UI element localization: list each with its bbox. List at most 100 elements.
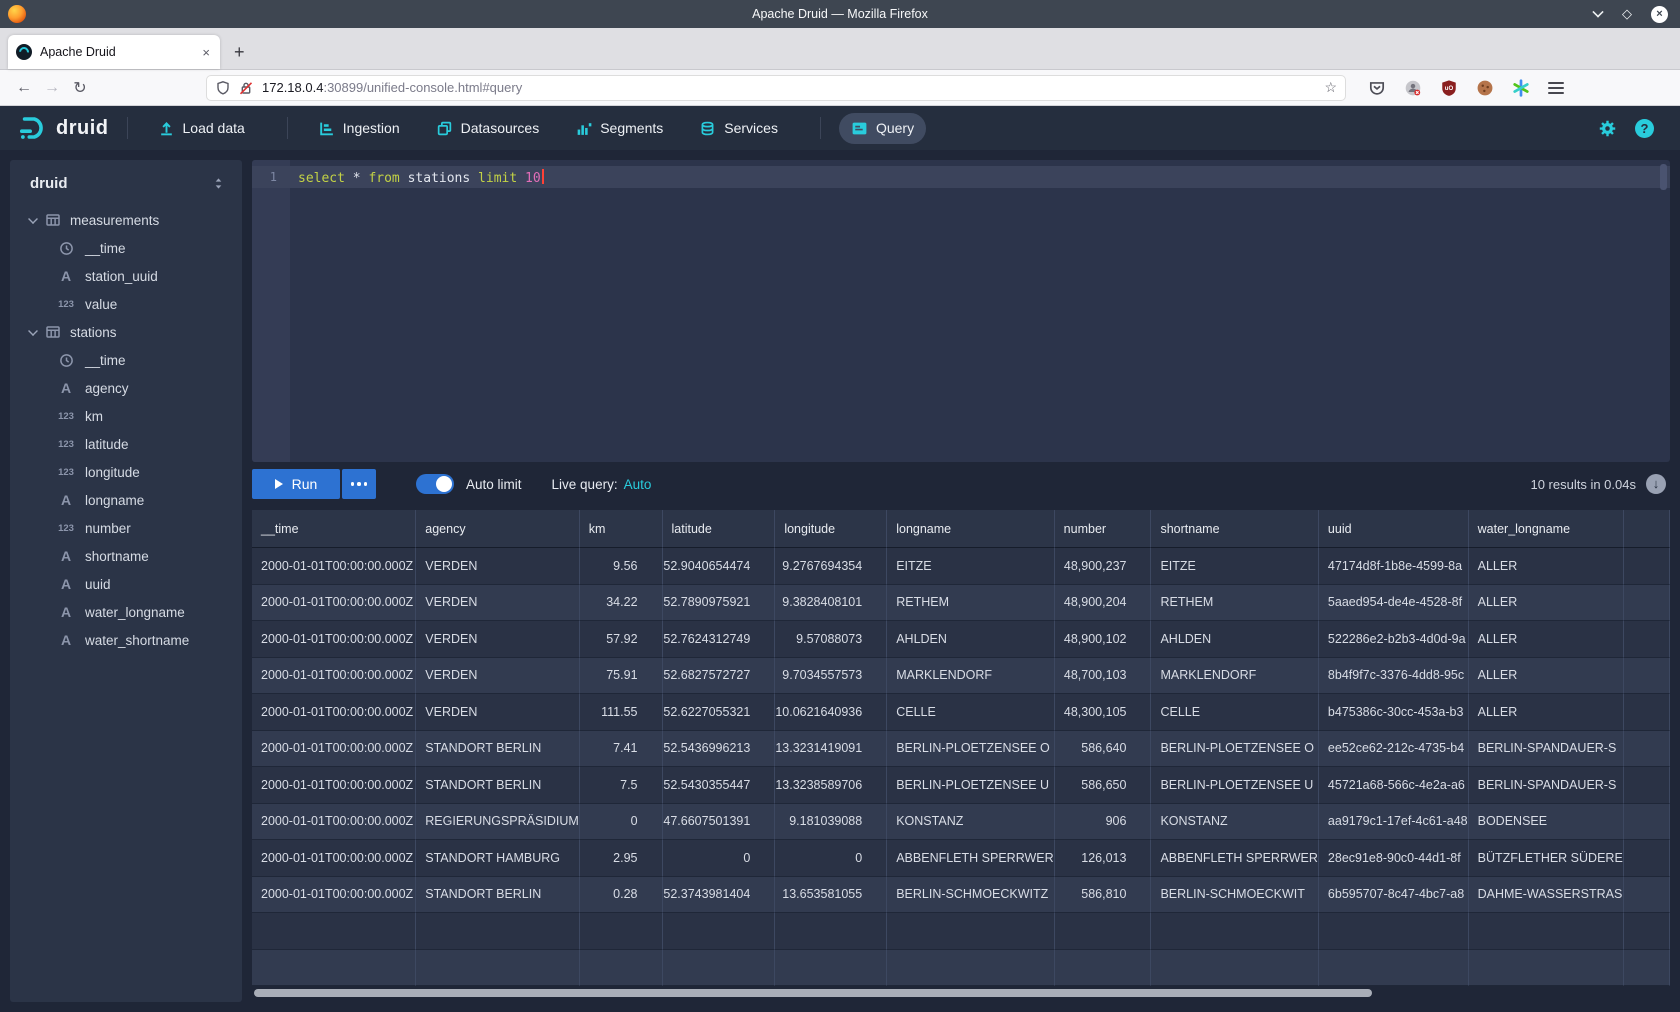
table-cell[interactable]: BERLIN-SPANDAUER-S <box>1469 731 1624 768</box>
editor-scrollbar[interactable] <box>1660 164 1667 190</box>
nav-item-segments[interactable]: Segments <box>563 113 675 144</box>
table-cell[interactable]: VERDEN <box>416 621 580 658</box>
extension-asterisk-icon[interactable] <box>1512 79 1530 97</box>
column-header-uuid[interactable]: uuid <box>1319 510 1469 548</box>
table-cell[interactable] <box>1624 767 1670 804</box>
back-icon[interactable]: ← <box>10 79 38 97</box>
table-cell[interactable]: 9.56 <box>580 548 663 585</box>
table-cell[interactable]: EITZE <box>1151 548 1318 585</box>
table-cell[interactable]: 75.91 <box>580 658 663 695</box>
tree-table-measurements[interactable]: measurements <box>10 206 242 234</box>
table-cell[interactable]: ALLER <box>1469 621 1624 658</box>
sql-text[interactable]: select * from stations limit 10 <box>290 169 544 186</box>
extension-icon[interactable] <box>1404 79 1422 97</box>
table-cell[interactable]: RETHEM <box>1151 585 1318 622</box>
table-cell[interactable]: 7.41 <box>580 731 663 768</box>
table-cell[interactable]: 13.3231419091 <box>775 731 887 768</box>
chevron-down-icon[interactable] <box>28 214 38 224</box>
table-cell[interactable]: 57.92 <box>580 621 663 658</box>
nav-item-services[interactable]: Services <box>687 113 790 144</box>
table-cell[interactable]: 906 <box>1055 804 1152 841</box>
help-icon[interactable]: ? <box>1635 119 1654 138</box>
table-cell[interactable]: 522286e2-b2b3-4d0d-9a <box>1319 621 1469 658</box>
table-cell[interactable]: 9.2767694354 <box>775 548 887 585</box>
table-cell[interactable]: 45721a68-566c-4e2a-a6 <box>1319 767 1469 804</box>
table-cell[interactable]: 48,900,102 <box>1055 621 1152 658</box>
table-cell[interactable]: 6b595707-8c47-4bc7-a8 <box>1319 877 1469 914</box>
table-cell[interactable]: b475386c-30cc-453a-b3 <box>1319 694 1469 731</box>
tab-close-icon[interactable]: × <box>200 45 212 60</box>
tree-table-stations[interactable]: stations <box>10 318 242 346</box>
table-cell[interactable]: CELLE <box>1151 694 1318 731</box>
table-cell[interactable]: 2.95 <box>580 840 663 877</box>
table-cell[interactable]: 586,650 <box>1055 767 1152 804</box>
table-cell[interactable]: 2000-01-01T00:00:00.000Z <box>252 658 416 695</box>
table-cell[interactable]: ee52ce62-212c-4735-b4 <box>1319 731 1469 768</box>
table-cell[interactable]: 9.7034557573 <box>775 658 887 695</box>
table-cell[interactable] <box>1624 621 1670 658</box>
tree-column-station_uuid[interactable]: Astation_uuid <box>10 262 242 290</box>
query-editor[interactable]: 1 select * from stations limit 10 <box>252 160 1670 462</box>
cookie-extension-icon[interactable] <box>1476 79 1494 97</box>
table-cell[interactable] <box>1624 585 1670 622</box>
table-cell[interactable]: STANDORT BERLIN <box>416 731 580 768</box>
table-cell[interactable]: CELLE <box>887 694 1054 731</box>
table-cell[interactable]: 28ec91e8-90c0-44d1-8f <box>1319 840 1469 877</box>
nav-item-ingestion[interactable]: Ingestion <box>306 113 412 144</box>
table-cell[interactable]: 0.28 <box>580 877 663 914</box>
tree-column-uuid[interactable]: Auuid <box>10 570 242 598</box>
table-cell[interactable]: 47.6607501391 <box>663 804 776 841</box>
tree-column-longname[interactable]: Alongname <box>10 486 242 514</box>
table-cell[interactable]: STANDORT BERLIN <box>416 767 580 804</box>
table-cell[interactable]: 2000-01-01T00:00:00.000Z <box>252 548 416 585</box>
tree-column-number[interactable]: 123number <box>10 514 242 542</box>
table-cell[interactable]: 13.3238589706 <box>775 767 887 804</box>
live-query-value[interactable]: Auto <box>624 477 652 492</box>
column-header-km[interactable]: km <box>580 510 663 548</box>
table-cell[interactable]: 52.3743981404 <box>663 877 776 914</box>
tree-column-water_shortname[interactable]: Awater_shortname <box>10 626 242 654</box>
table-cell[interactable]: BERLIN-PLOETZENSEE O <box>1151 731 1318 768</box>
table-cell[interactable] <box>1624 658 1670 695</box>
menu-hamburger-icon[interactable] <box>1548 82 1564 94</box>
table-cell[interactable]: 2000-01-01T00:00:00.000Z <box>252 731 416 768</box>
table-cell[interactable]: MARKLENDORF <box>887 658 1054 695</box>
table-cell[interactable]: 2000-01-01T00:00:00.000Z <box>252 840 416 877</box>
table-cell[interactable]: 47174d8f-1b8e-4599-8a <box>1319 548 1469 585</box>
column-header-__time[interactable]: __time <box>252 510 416 548</box>
pocket-icon[interactable] <box>1368 79 1386 97</box>
table-cell[interactable]: 52.9040654474 <box>663 548 776 585</box>
table-cell[interactable]: KONSTANZ <box>887 804 1054 841</box>
table-cell[interactable]: 586,810 <box>1055 877 1152 914</box>
table-cell[interactable] <box>1624 548 1670 585</box>
table-cell[interactable]: 48,900,237 <box>1055 548 1152 585</box>
table-cell[interactable]: ALLER <box>1469 658 1624 695</box>
chevron-down-icon[interactable] <box>28 326 38 336</box>
table-cell[interactable]: 2000-01-01T00:00:00.000Z <box>252 621 416 658</box>
forward-icon[interactable]: → <box>38 79 66 97</box>
tree-column-__time[interactable]: __time <box>10 234 242 262</box>
table-cell[interactable]: 2000-01-01T00:00:00.000Z <box>252 585 416 622</box>
run-more-button[interactable] <box>342 469 376 499</box>
table-cell[interactable]: 8b4f9f7c-3376-4dd8-95c <box>1319 658 1469 695</box>
table-cell[interactable] <box>1624 804 1670 841</box>
table-cell[interactable]: VERDEN <box>416 694 580 731</box>
table-cell[interactable]: EITZE <box>887 548 1054 585</box>
table-cell[interactable]: ALLER <box>1469 548 1624 585</box>
table-cell[interactable] <box>1624 840 1670 877</box>
url-bar[interactable]: 172.18.0.4 :30899/unified-console.html#q… <box>206 75 1346 101</box>
bookmark-star-icon[interactable]: ☆ <box>1324 79 1337 96</box>
table-cell[interactable]: 5aaed954-de4e-4528-8f <box>1319 585 1469 622</box>
druid-brand[interactable]: druid <box>18 113 109 143</box>
table-cell[interactable]: VERDEN <box>416 548 580 585</box>
column-header-longname[interactable]: longname <box>887 510 1054 548</box>
table-cell[interactable]: BERLIN-PLOETZENSEE U <box>887 767 1054 804</box>
table-cell[interactable]: 52.7890975921 <box>663 585 776 622</box>
tree-column-value[interactable]: 123value <box>10 290 242 318</box>
reload-icon[interactable]: ↻ <box>66 78 94 98</box>
table-cell[interactable]: BODENSEE <box>1469 804 1624 841</box>
settings-gear-icon[interactable] <box>1598 119 1617 138</box>
table-cell[interactable]: BERLIN-SPANDAUER-S <box>1469 767 1624 804</box>
table-cell[interactable]: 0 <box>663 840 776 877</box>
table-cell[interactable]: BERLIN-PLOETZENSEE O <box>887 731 1054 768</box>
